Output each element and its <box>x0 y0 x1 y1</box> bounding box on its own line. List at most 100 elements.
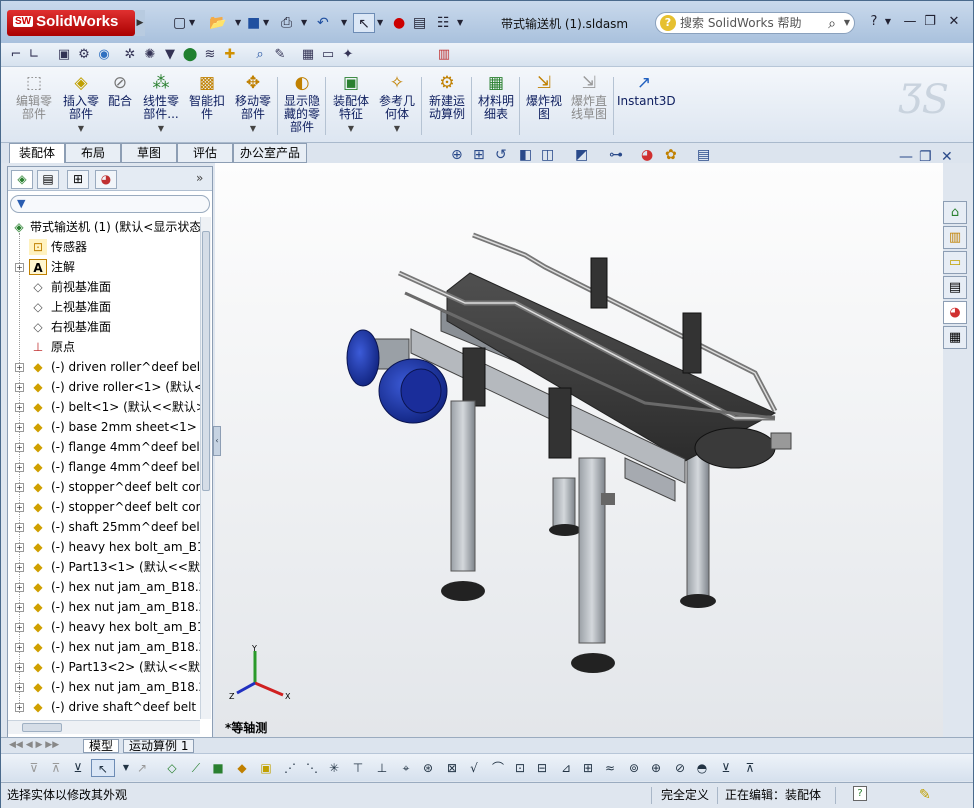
tree-item-component[interactable]: + ◆ (-) flange 4mm^deef belt <box>8 457 200 477</box>
expand-node-icon[interactable]: + <box>15 623 24 632</box>
help-dropdown-icon[interactable]: ▼ <box>877 13 899 31</box>
tree-item-component[interactable]: + ◆ (-) base 2mm sheet<1> ( <box>8 417 200 437</box>
filter-datum-icon[interactable]: ⊛ <box>419 759 437 777</box>
custom-properties-icon[interactable]: ▦ <box>943 326 967 349</box>
tree-item-component[interactable]: + ◆ (-) belt<1> (默认<<默认> <box>8 397 200 417</box>
tree-item-component[interactable]: + ◆ (-) drive roller<1> (默认< <box>8 377 200 397</box>
select-all-filters-icon[interactable]: ⊻ <box>69 759 87 777</box>
measure-icon[interactable]: ✎ <box>271 46 289 64</box>
tree-horizontal-scrollbar[interactable] <box>8 720 200 734</box>
expand-node-icon[interactable]: + <box>15 643 24 652</box>
pattern-dropdown-icon[interactable]: ▼ <box>139 122 183 135</box>
exploded-view-button[interactable]: ⇲ 爆炸视 图 <box>523 73 565 121</box>
zoom-search-icon[interactable]: ⌕ <box>251 46 269 64</box>
linear-pattern-button[interactable]: ⁂ 线性零 部件... ▼ <box>139 73 183 135</box>
filter-planes-icon[interactable]: ⋱ <box>303 759 321 777</box>
document-icon[interactable]: ▭ <box>319 46 337 64</box>
file-properties-icon[interactable]: ▤ <box>413 13 426 33</box>
tab-navigation-arrows[interactable]: ◀◀ ◀ ▶ ▶▶ <box>9 740 59 750</box>
smart-fasteners-button[interactable]: ▩ 智能扣 件 <box>185 73 229 121</box>
new-dropdown-icon[interactable]: ▼ <box>189 13 195 33</box>
expand-node-icon[interactable]: + <box>15 403 24 412</box>
tree-item-component[interactable]: + ◆ (-) Part13<1> (默认<<默认 <box>8 557 200 577</box>
reference-geometry-button[interactable]: ✧ 参考几 何体 ▼ <box>375 73 419 135</box>
tree-item-sensor[interactable]: ⊡ 传感器 <box>8 237 200 257</box>
configuration-manager-tab[interactable]: ⊞ <box>67 170 89 189</box>
undo-icon[interactable]: ↶ <box>317 13 329 33</box>
tab-sketch[interactable]: 草图 <box>121 143 177 163</box>
filter-toggle-icon[interactable]: ↗ <box>133 759 151 777</box>
save-icon[interactable]: ■ <box>247 13 260 33</box>
view-palette-icon[interactable]: ▤ <box>943 276 967 299</box>
graphics-area[interactable]: Y X Z *等轴测 <box>215 163 943 737</box>
cog-icon[interactable]: ✺ <box>141 46 159 64</box>
tree-item-component[interactable]: + ◆ (-) hex nut jam_am_B18.2. <box>8 677 200 697</box>
options-dropdown-icon[interactable]: ▼ <box>457 13 463 33</box>
tab-layout[interactable]: 布局 <box>65 143 121 163</box>
filter-vertices-icon[interactable]: ◇ <box>163 759 181 777</box>
file-explorer-icon[interactable]: ▭ <box>943 251 967 274</box>
zoom-to-fit-icon[interactable]: ⊕ <box>451 147 463 163</box>
expand-node-icon[interactable]: + <box>15 603 24 612</box>
new-motion-study-button[interactable]: ⚙ 新建运 动算例 <box>425 73 469 121</box>
print-icon[interactable]: ⎙ <box>281 13 292 33</box>
edit-component-button[interactable]: ⬚ 编辑零 部件 <box>13 73 55 121</box>
filter-surfaces-icon[interactable]: ◆ <box>233 759 251 777</box>
tree-item-component[interactable]: + ◆ (-) hex nut jam_am_B18.2. <box>8 637 200 657</box>
undo-dropdown-icon[interactable]: ▼ <box>341 13 347 33</box>
help-search-field[interactable]: ? 搜索 SolidWorks 帮助 ⌕ ▼ <box>655 12 855 34</box>
search-icon[interactable]: ⌕ <box>828 14 836 34</box>
sketch-icon[interactable]: ⌐ <box>7 46 25 64</box>
expand-node-icon[interactable]: + <box>15 583 24 592</box>
minimize-button[interactable]: — <box>899 13 921 31</box>
filter-points-icon[interactable]: ✳ <box>325 759 343 777</box>
component-tree-icon[interactable]: ⚙ <box>75 46 93 64</box>
design-library-icon[interactable]: ▥ <box>943 226 967 249</box>
tree-item-origin[interactable]: ⊥ 原点 <box>8 337 200 357</box>
zoom-to-area-icon[interactable]: ⊞ <box>473 147 485 163</box>
hide-show-items-icon[interactable]: ⊶ <box>609 147 623 163</box>
color-chart-icon[interactable]: ▥ <box>435 46 453 64</box>
tab-assembly[interactable]: 装配体 <box>9 143 65 163</box>
display-icon[interactable]: ▣ <box>55 46 73 64</box>
filter-midpoints-icon[interactable]: ◓ <box>693 759 711 777</box>
new-document-icon[interactable]: ▢ <box>173 13 186 33</box>
search-dropdown-icon[interactable]: ▼ <box>844 13 850 33</box>
open-folder-icon[interactable]: 📂 <box>209 13 226 33</box>
tree-vertical-scrollbar[interactable] <box>200 217 211 719</box>
filter-solid-bodies-icon[interactable]: ▣ <box>257 759 275 777</box>
tree-item-component[interactable]: + ◆ (-) stopper^deef belt con <box>8 477 200 497</box>
expand-node-icon[interactable]: + <box>15 503 24 512</box>
filter-blocks-icon[interactable]: ⊘ <box>671 759 689 777</box>
tree-item-component[interactable]: + ◆ (-) shaft 25mm^deef belt <box>8 517 200 537</box>
show-hidden-components-button[interactable]: ◐ 显示隐 藏的零 部件 <box>281 73 323 134</box>
filter-edges-icon[interactable]: ⟋ <box>187 759 205 777</box>
assembly-features-button[interactable]: ▣ 装配体 特征 ▼ <box>329 73 373 135</box>
tree-item-component[interactable]: + ◆ (-) Part13<2> (默认<<默认 <box>8 657 200 677</box>
tree-item-plane[interactable]: ◇ 前视基准面 <box>8 277 200 297</box>
expand-node-icon[interactable]: + <box>15 563 24 572</box>
expand-node-icon[interactable]: + <box>15 703 24 712</box>
select-dropdown-icon[interactable]: ▼ <box>377 13 383 33</box>
mate-button[interactable]: ⊘ 配合 <box>105 73 135 108</box>
close-button[interactable]: ✕ <box>943 13 965 31</box>
rebuild-tag-icon[interactable]: ✎ <box>919 784 931 806</box>
expand-node-icon[interactable]: + <box>15 443 24 452</box>
filter-axes-icon[interactable]: ⋰ <box>281 759 299 777</box>
viewport-restore-button[interactable]: ❐ <box>919 149 932 165</box>
solidworks-logo[interactable]: SW SolidWorks <box>7 10 135 36</box>
tree-filter-field[interactable]: ▼ <box>10 195 210 213</box>
spring-icon[interactable]: ≋ <box>201 46 219 64</box>
resources-home-icon[interactable]: ⌂ <box>943 201 967 224</box>
filter-routing-points-icon[interactable]: ⊞ <box>579 759 597 777</box>
rebuild-traffic-light-icon[interactable]: ● <box>393 13 405 33</box>
bill-of-materials-button[interactable]: ▦ 材料明 细表 <box>475 73 517 121</box>
expand-node-icon[interactable]: + <box>15 383 24 392</box>
tab-motion-study-1[interactable]: 运动算例 1 <box>123 739 195 753</box>
expand-node-icon[interactable]: + <box>15 263 24 272</box>
tab-model[interactable]: 模型 <box>83 739 120 753</box>
new-part-icon[interactable]: ✦ <box>339 46 357 64</box>
filter-balloons-icon[interactable]: ⌖ <box>397 759 415 777</box>
filter-cosmetic-thread-icon[interactable]: ⊡ <box>511 759 529 777</box>
viewport-minimize-button[interactable]: — <box>899 149 913 165</box>
